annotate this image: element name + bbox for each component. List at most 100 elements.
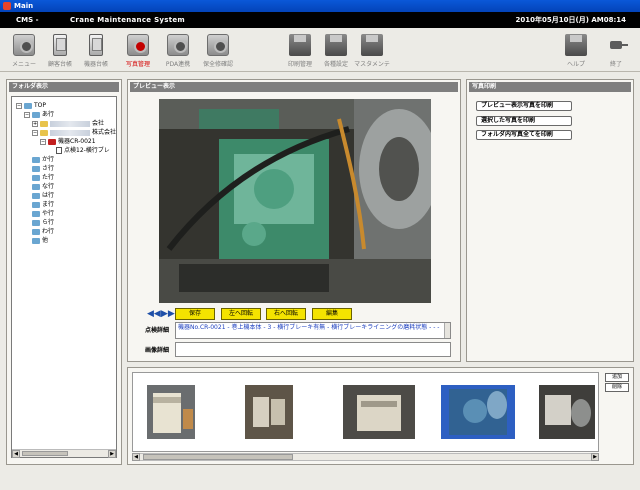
thumbnail-horizontal-scrollbar[interactable]: ◀ ▶ bbox=[132, 453, 599, 461]
folder-tree[interactable]: − TOP − あ行 + 会社 − 株式会社 − 機器CR-0021 点検12-横行ブレ … bbox=[11, 96, 117, 458]
save-button[interactable]: 保存 bbox=[175, 308, 215, 320]
photo-thumbnail-image bbox=[449, 389, 507, 435]
disk-icon bbox=[289, 34, 311, 56]
tree-node-ya-row[interactable]: や行 bbox=[16, 209, 116, 218]
folder-icon bbox=[48, 138, 56, 145]
tree-node-company-2[interactable]: − 株式会社 bbox=[16, 128, 116, 137]
tree-node-other[interactable]: 他 bbox=[16, 236, 116, 245]
tree-node-a-row[interactable]: − あ行 bbox=[16, 110, 116, 119]
rotate-right-button[interactable]: 右へ回転 bbox=[266, 308, 306, 320]
tree-node-inspection[interactable]: 点検12-横行ブレ bbox=[16, 146, 116, 155]
photo-thumbnail-image bbox=[539, 385, 595, 439]
tree-node-device[interactable]: − 機器CR-0021 bbox=[16, 137, 116, 146]
toolbar-maintenance-check-button[interactable]: 保全修確認 bbox=[200, 32, 236, 68]
tree-node-ra-row[interactable]: ら行 bbox=[16, 218, 116, 227]
photo-print-panel-title: 写真印刷 bbox=[469, 82, 631, 92]
folder-icon bbox=[32, 156, 40, 163]
toolbar-master-maintenance-button[interactable]: マスタメンテ bbox=[354, 32, 390, 68]
toolbar-pda-link-button[interactable]: PDA連携 bbox=[160, 32, 196, 68]
toolbar-settings-button[interactable]: 各種設定 bbox=[318, 32, 354, 68]
print-all-folder-photos-button[interactable]: フォルダ内写真全てを印刷 bbox=[476, 130, 572, 140]
photo-thumbnail-image bbox=[147, 385, 195, 439]
scrollbar-thumb[interactable] bbox=[22, 451, 68, 456]
scroll-right-icon[interactable]: ▶ bbox=[108, 450, 116, 458]
device-icon bbox=[89, 34, 103, 56]
camera-icon bbox=[167, 34, 189, 56]
redacted-name bbox=[50, 129, 90, 136]
preview-photo bbox=[159, 99, 431, 303]
thumbnail-strip bbox=[132, 372, 599, 452]
disk-icon bbox=[361, 34, 383, 56]
app-icon bbox=[3, 2, 11, 10]
camera-icon bbox=[13, 34, 35, 56]
current-datetime: 2010年05月10日(月) AM08:14 bbox=[515, 16, 626, 24]
thumbnail-5[interactable] bbox=[539, 385, 595, 439]
compressor-photo-image bbox=[159, 99, 431, 303]
toolbar-equipment-ledger-button[interactable]: 機器台帳 bbox=[78, 32, 114, 68]
folder-icon bbox=[32, 237, 40, 244]
folder-icon bbox=[32, 210, 40, 217]
print-preview-photo-button[interactable]: プレビュー表示写真を印刷 bbox=[476, 101, 572, 111]
tree-node-company-1[interactable]: + 会社 bbox=[16, 119, 116, 128]
app-header: CMS - Crane Maintenance System 2010年05月1… bbox=[0, 12, 640, 28]
image-detail-label: 画像詳細 bbox=[145, 347, 170, 354]
preview-panel: プレビュー表示 ◀◀ ▶▶ 保存 左へ回転 右へ回転 編集 点検詳細 機器No.… bbox=[127, 79, 461, 362]
tree-node-top[interactable]: − TOP bbox=[16, 101, 116, 110]
folder-icon bbox=[40, 129, 48, 136]
tree-node-ma-row[interactable]: ま行 bbox=[16, 200, 116, 209]
folder-icon bbox=[32, 165, 40, 172]
print-selected-photos-button[interactable]: 選択した写真を印刷 bbox=[476, 116, 572, 126]
toolbar-photo-management-button[interactable]: 写真管理 bbox=[120, 32, 156, 68]
tree-node-ka-row[interactable]: か行 bbox=[16, 155, 116, 164]
collapse-icon[interactable]: − bbox=[32, 129, 38, 136]
toolbar-exit-button[interactable]: 終了 bbox=[598, 32, 634, 68]
scroll-right-icon[interactable]: ▶ bbox=[591, 453, 599, 461]
previous-photo-icon[interactable]: ◀◀ bbox=[147, 310, 161, 319]
edit-button[interactable]: 編集 bbox=[312, 308, 352, 320]
scroll-left-icon[interactable]: ◀ bbox=[132, 453, 140, 461]
tree-node-ha-row[interactable]: は行 bbox=[16, 191, 116, 200]
window-title-bar[interactable]: Main bbox=[0, 0, 640, 12]
toolbar-menu-button[interactable]: メニュー bbox=[6, 32, 42, 68]
tree-node-sa-row[interactable]: さ行 bbox=[16, 164, 116, 173]
expand-icon[interactable]: + bbox=[32, 120, 38, 127]
tree-node-ta-row[interactable]: た行 bbox=[16, 173, 116, 182]
toolbar-customer-ledger-button[interactable]: 顧客台帳 bbox=[42, 32, 78, 68]
tree-node-na-row[interactable]: な行 bbox=[16, 182, 116, 191]
folder-icon bbox=[32, 111, 40, 118]
scroll-left-icon[interactable]: ◀ bbox=[12, 450, 20, 458]
photo-print-panel: 写真印刷 プレビュー表示写真を印刷 選択した写真を印刷 フォルダ内写真全てを印刷 bbox=[466, 79, 634, 362]
thumbnail-3[interactable] bbox=[343, 385, 415, 439]
inspection-detail-scrollbar[interactable] bbox=[444, 323, 450, 338]
thumbnail-4-selected[interactable] bbox=[441, 385, 515, 439]
thumbnail-1[interactable] bbox=[147, 385, 195, 439]
delete-photo-button[interactable]: 削除 bbox=[605, 383, 629, 392]
tree-node-wa-row[interactable]: わ行 bbox=[16, 227, 116, 236]
document-icon bbox=[56, 147, 62, 154]
disk-icon bbox=[565, 34, 587, 56]
next-photo-icon[interactable]: ▶▶ bbox=[161, 310, 175, 319]
folder-icon bbox=[32, 174, 40, 181]
folder-icon bbox=[32, 192, 40, 199]
toolbar-help-button[interactable]: ヘルプ bbox=[558, 32, 594, 68]
thumbnail-panel: 追加 削除 ◀ ▶ bbox=[127, 367, 634, 465]
toolbar-print-management-button[interactable]: 印刷管理 bbox=[282, 32, 318, 68]
collapse-icon[interactable]: − bbox=[16, 102, 22, 109]
tree-horizontal-scrollbar[interactable]: ◀ ▶ bbox=[12, 449, 116, 458]
camera-icon bbox=[127, 34, 149, 56]
folder-panel: フォルダ表示 − TOP − あ行 + 会社 − 株式会社 − 機器CR-0021 点検1… bbox=[6, 79, 122, 465]
thumbnail-2[interactable] bbox=[245, 385, 293, 439]
collapse-icon[interactable]: − bbox=[40, 138, 46, 145]
photo-thumbnail-image bbox=[343, 385, 415, 439]
inspection-detail-label: 点検詳細 bbox=[145, 327, 170, 334]
collapse-icon[interactable]: − bbox=[24, 111, 30, 118]
folder-icon bbox=[32, 228, 40, 235]
rotate-left-button[interactable]: 左へ回転 bbox=[221, 308, 261, 320]
inspection-detail-field[interactable]: 機器No.CR-0021 - 巻上機本体 - 3 - 横行ブレーキ有無 - 横行… bbox=[175, 322, 451, 339]
add-photo-button[interactable]: 追加 bbox=[605, 373, 629, 382]
scrollbar-thumb[interactable] bbox=[143, 454, 293, 460]
window-title: Main bbox=[14, 2, 34, 10]
folder-icon bbox=[32, 201, 40, 208]
folder-icon bbox=[24, 102, 32, 109]
image-detail-field[interactable] bbox=[175, 342, 451, 357]
